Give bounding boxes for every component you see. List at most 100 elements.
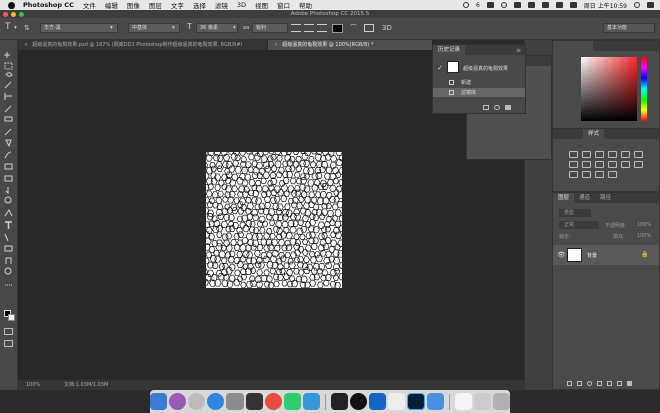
trash-bin-icon[interactable]	[492, 393, 510, 410]
brush-tool-icon[interactable]	[4, 128, 12, 136]
color-lookup-icon[interactable]	[621, 161, 630, 168]
quick-mask-icon[interactable]	[4, 328, 13, 335]
text-color-swatch[interactable]	[332, 24, 343, 33]
screenshot-app-icon[interactable]	[245, 393, 263, 410]
posterize-icon[interactable]	[569, 171, 578, 178]
layer-style-icon[interactable]	[577, 381, 582, 386]
new-group-icon[interactable]	[607, 381, 612, 386]
volume-icon[interactable]	[541, 2, 549, 8]
app-menu[interactable]: Photoshop CC	[23, 1, 74, 9]
history-item-filter-gallery[interactable]: 滤镜库	[433, 88, 525, 97]
zoom-tool-icon[interactable]	[4, 267, 12, 275]
menu-filter[interactable]: 滤镜	[215, 0, 228, 10]
system-preferences-icon[interactable]	[226, 393, 244, 410]
chrome-icon[interactable]	[264, 393, 282, 410]
layer-name[interactable]: 背景	[587, 252, 597, 259]
lasso-tool-icon[interactable]	[5, 72, 13, 77]
crop-tool-icon[interactable]	[4, 93, 12, 100]
menu-image[interactable]: 图像	[127, 0, 140, 10]
new-document-from-state-icon[interactable]	[483, 105, 489, 110]
warp-text-icon[interactable]: ⌒	[350, 23, 357, 33]
tab-document-2[interactable]: × 超级逼真的龟裂效果 @ 100%(RGB/8) *	[268, 40, 433, 50]
launchpad-icon[interactable]	[188, 393, 206, 410]
menu-help[interactable]: 帮助	[299, 0, 312, 10]
document-icon[interactable]	[454, 393, 472, 410]
vscode-icon[interactable]	[369, 393, 387, 410]
curves-icon[interactable]	[595, 151, 604, 158]
marquee-tool-icon[interactable]	[4, 62, 13, 70]
menu-file[interactable]: 文件	[83, 0, 96, 10]
align-right-icon[interactable]	[317, 24, 327, 32]
eyedropper-tool-icon[interactable]	[4, 105, 12, 113]
menu-type[interactable]: 文字	[171, 0, 184, 10]
preset-chevron-icon[interactable]: ▾	[14, 23, 17, 33]
brightness-icon[interactable]	[569, 151, 578, 158]
menu-3d[interactable]: 3D	[237, 1, 246, 9]
close-window-icon[interactable]	[3, 12, 8, 17]
blur-tool-icon[interactable]	[5, 187, 9, 195]
opacity-value[interactable]: 100%	[637, 222, 651, 228]
panel-menu-icon[interactable]: ≡	[516, 47, 521, 54]
new-layer-icon[interactable]	[617, 381, 622, 386]
menu-edit[interactable]: 编辑	[105, 0, 118, 10]
adjustment-layer-icon[interactable]	[597, 381, 602, 386]
tab-color[interactable]	[553, 41, 593, 51]
tab-history[interactable]: 历史记录	[433, 45, 466, 55]
downloads-folder-icon[interactable]	[473, 393, 491, 410]
siri-icon[interactable]	[169, 393, 187, 410]
trash-icon[interactable]	[505, 105, 511, 110]
font-style-chevron-icon[interactable]: ▾	[172, 23, 175, 33]
pen-tool-icon[interactable]	[4, 209, 13, 217]
align-center-icon[interactable]	[304, 24, 314, 32]
bluetooth-icon[interactable]	[513, 2, 521, 8]
exposure-icon[interactable]	[608, 151, 617, 158]
align-left-icon[interactable]	[291, 24, 301, 32]
levels-icon[interactable]	[582, 151, 591, 158]
wifi-icon[interactable]	[527, 2, 535, 8]
clock-icon[interactable]	[500, 2, 507, 8]
notification-center-icon[interactable]	[647, 2, 654, 8]
tab-channels[interactable]: 通道	[574, 193, 595, 203]
finder-icon[interactable]	[150, 393, 168, 410]
path-select-tool-icon[interactable]	[4, 233, 9, 242]
menu-view[interactable]: 视图	[255, 0, 268, 10]
font-size-select[interactable]: 36 像素	[196, 23, 238, 33]
input-method-icon[interactable]	[569, 2, 577, 8]
hand-tool-icon[interactable]	[5, 257, 12, 264]
camera-snapshot-icon[interactable]	[494, 105, 500, 110]
character-panel-icon[interactable]	[364, 24, 374, 32]
terminal-icon[interactable]	[330, 393, 349, 410]
background-color-swatch[interactable]	[8, 314, 15, 321]
type-tool-preset-icon[interactable]: T	[5, 22, 11, 32]
move-tool-icon[interactable]	[4, 52, 10, 58]
workspace-switcher[interactable]: 基本功能	[603, 23, 655, 33]
blend-mode-select[interactable]: 正常	[559, 221, 599, 229]
menu-window[interactable]: 窗口	[277, 0, 290, 10]
color-picker-field[interactable]	[581, 57, 637, 121]
delete-layer-icon[interactable]	[627, 381, 632, 386]
apple-icon[interactable]	[8, 1, 15, 9]
cloud-icon[interactable]	[486, 2, 494, 8]
finder-folder-icon[interactable]	[302, 393, 320, 410]
close-tab-icon[interactable]: ×	[24, 40, 28, 50]
notification-icon[interactable]	[462, 2, 469, 8]
quick-select-tool-icon[interactable]	[4, 81, 12, 89]
healing-brush-tool-icon[interactable]	[4, 116, 13, 122]
gradient-tool-icon[interactable]	[4, 175, 13, 182]
history-item-new[interactable]: 新建	[433, 78, 525, 87]
eraser-tool-icon[interactable]	[4, 163, 13, 170]
minimize-window-icon[interactable]	[11, 12, 16, 17]
baidu-netdisk-icon[interactable]	[426, 393, 444, 410]
anti-alias-select[interactable]: 锐利	[252, 23, 288, 33]
history-snapshot-row[interactable]: ✓ 超级逼真的龟裂效果	[433, 58, 525, 80]
menubar-clock[interactable]: 周日 上午10:59	[584, 1, 627, 10]
document-info[interactable]: 文档:1.03M/1.03M	[64, 380, 108, 390]
color-balance-icon[interactable]	[569, 161, 578, 168]
3d-text-icon[interactable]: 3D	[382, 23, 392, 33]
font-family-select[interactable]: 华方-黑	[40, 23, 118, 33]
history-brush-tool-icon[interactable]	[4, 151, 12, 159]
hue-sat-icon[interactable]	[634, 151, 643, 158]
simulator-icon[interactable]	[388, 393, 406, 410]
screen-mode-icon[interactable]	[4, 340, 13, 347]
font-family-chevron-icon[interactable]: ▾	[110, 23, 113, 33]
